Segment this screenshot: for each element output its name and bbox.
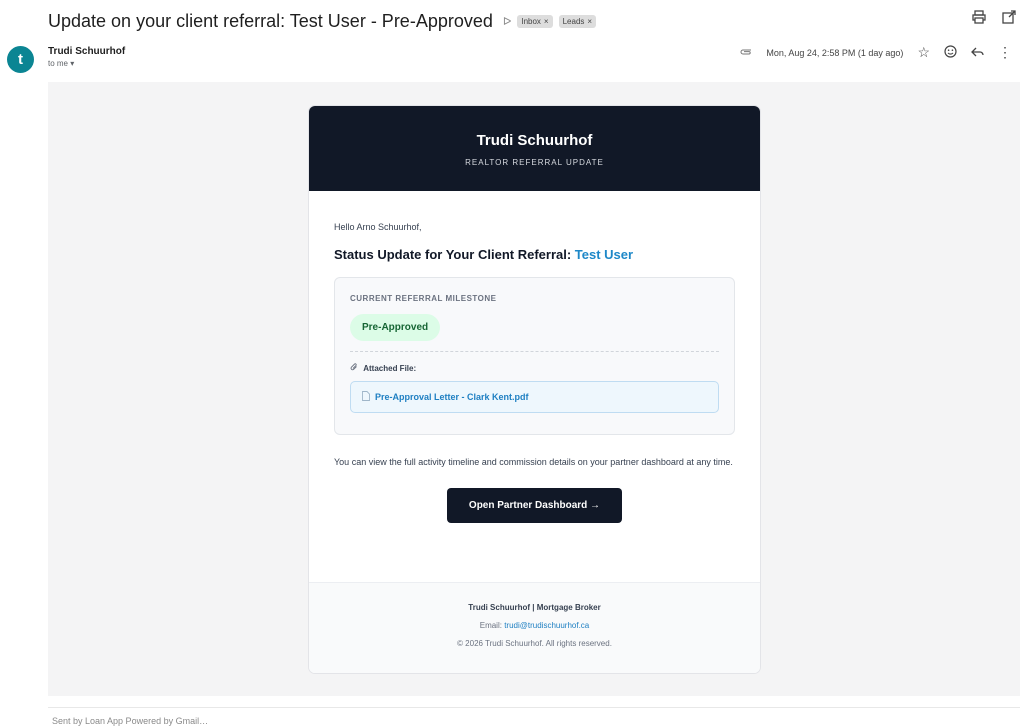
footer-copyright: © 2026 Trudi Schuurhof. All rights reser… (457, 639, 612, 648)
milestone-box: CURRENT REFERRAL MILESTONE Pre-Approved … (334, 277, 735, 435)
footer-email-line: Email: trudi@trudischuurhof.ca (309, 621, 760, 630)
document-icon (362, 391, 370, 403)
print-icon[interactable] (972, 10, 986, 27)
cta-wrapper: Open Partner Dashboard → (334, 488, 735, 523)
avatar-initial: t (18, 51, 23, 68)
label-chip-leads[interactable]: Leads × (558, 14, 597, 28)
milestone-label: CURRENT REFERRAL MILESTONE (350, 294, 497, 303)
open-partner-dashboard-button[interactable]: Open Partner Dashboard → (446, 488, 623, 523)
recipient-details[interactable]: to me ▾ (48, 59, 125, 68)
header-subtitle: REALTOR REFERRAL UPDATE (465, 158, 604, 167)
open-in-new-window-icon[interactable] (1002, 10, 1016, 27)
footer-name: Trudi Schuurhof | Mortgage Broker (468, 603, 601, 612)
status-title: Status Update for Your Client Referral: … (334, 247, 735, 262)
attached-file-label: Attached File: (350, 363, 719, 373)
sender-name[interactable]: Trudi Schuurhof (48, 46, 125, 57)
card-body: Hello Arno Schuurhof, Status Update for … (309, 222, 760, 523)
divider (350, 351, 719, 352)
message-meta: Mon, Aug 24, 2:58 PM (1 day ago) ☆ ⋮ (740, 44, 1012, 61)
divider (48, 707, 1020, 708)
partial-footer-text: Sent by Loan App Powered by Gmail… (52, 716, 209, 726)
more-vertical-icon[interactable]: ⋮ (998, 44, 1012, 61)
sender-block: Trudi Schuurhof to me ▾ (48, 46, 125, 68)
card-header: Trudi Schuurhof REALTOR REFERRAL UPDATE (309, 106, 760, 191)
importance-marker-icon[interactable]: ᐅ (503, 15, 511, 28)
message-timestamp: Mon, Aug 24, 2:58 PM (1 day ago) (766, 47, 904, 58)
client-name: Test User (574, 247, 634, 262)
attachment-filename[interactable]: Pre-Approval Letter - Clark Kent.pdf (375, 392, 529, 402)
paperclip-icon (740, 47, 752, 58)
card-footer: Trudi Schuurhof | Mortgage Broker Email:… (309, 582, 760, 673)
thread-actions (972, 10, 1016, 27)
label-chip-inbox[interactable]: Inbox × (517, 14, 553, 28)
label-name: Inbox (521, 16, 541, 26)
milestone-status-badge: Pre-Approved (350, 314, 441, 341)
header-title: Trudi Schuurhof (476, 132, 593, 149)
subject-row: Update on your client referral: Test Use… (48, 8, 1024, 34)
attached-label-text: Attached File: (363, 364, 417, 373)
attachment-link[interactable]: Pre-Approval Letter - Clark Kent.pdf (350, 381, 719, 413)
star-icon[interactable]: ☆ (917, 44, 930, 61)
paperclip-icon (350, 363, 360, 373)
email-body-area: Trudi Schuurhof REALTOR REFERRAL UPDATE … (48, 82, 1020, 696)
avatar[interactable]: t (7, 46, 34, 73)
email-subject: Update on your client referral: Test Use… (48, 10, 493, 31)
greeting: Hello Arno Schuurhof, (334, 222, 422, 232)
footer-email-prefix: Email: (479, 621, 502, 630)
emoji-icon[interactable] (944, 44, 957, 61)
status-prefix: Status Update for Your Client Referral: (334, 247, 572, 262)
remove-label-icon[interactable]: × (544, 17, 549, 26)
footer-email-link[interactable]: trudi@trudischuurhof.ca (504, 621, 589, 630)
email-card: Trudi Schuurhof REALTOR REFERRAL UPDATE … (308, 105, 761, 674)
label-name: Leads (562, 16, 585, 26)
reply-icon[interactable] (971, 45, 984, 61)
remove-label-icon[interactable]: × (587, 17, 592, 26)
body-text: You can view the full activity timeline … (334, 457, 733, 467)
